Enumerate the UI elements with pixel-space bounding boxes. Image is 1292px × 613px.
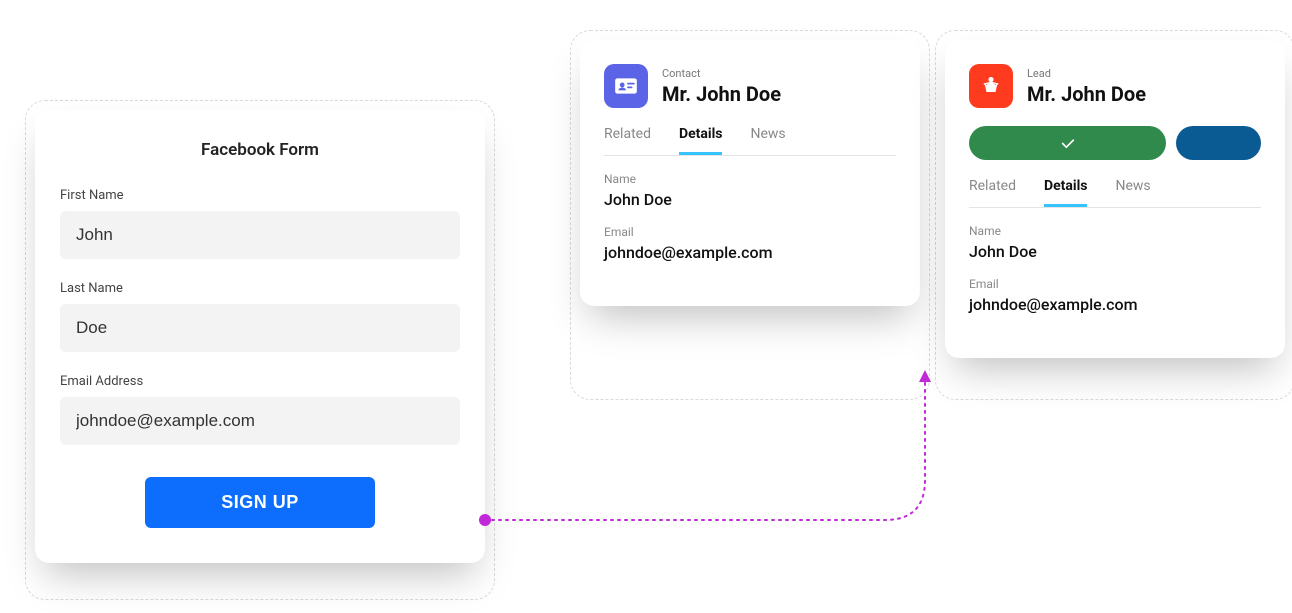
contact-email-value: johndoe@example.com xyxy=(604,243,896,262)
contact-name-label: Name xyxy=(604,172,896,186)
lead-title-name: Mr. John Doe xyxy=(1027,82,1146,106)
facebook-form-card: Facebook Form First Name Last Name Email… xyxy=(35,110,485,563)
lead-tabs: Related Details News xyxy=(969,178,1261,208)
form-title: Facebook Form xyxy=(60,140,460,160)
tab-related[interactable]: Related xyxy=(969,178,1016,207)
first-name-label: First Name xyxy=(60,188,460,203)
tab-news[interactable]: News xyxy=(1115,178,1150,207)
tab-details[interactable]: Details xyxy=(679,126,723,155)
lead-icon xyxy=(969,64,1013,108)
last-name-label: Last Name xyxy=(60,281,460,296)
contact-type-label: Contact xyxy=(662,67,781,80)
tab-details[interactable]: Details xyxy=(1044,178,1088,207)
contact-tabs: Related Details News xyxy=(604,126,896,156)
contact-card: Contact Mr. John Doe Related Details New… xyxy=(580,40,920,306)
first-name-input[interactable] xyxy=(60,211,460,259)
signup-button[interactable]: SIGN UP xyxy=(145,477,375,528)
tab-news[interactable]: News xyxy=(750,126,785,155)
lead-complete-button[interactable] xyxy=(969,126,1166,160)
lead-name-label: Name xyxy=(969,224,1261,238)
contact-email-label: Email xyxy=(604,225,896,239)
tab-related[interactable]: Related xyxy=(604,126,651,155)
lead-email-value: johndoe@example.com xyxy=(969,295,1261,314)
lead-email-label: Email xyxy=(969,277,1261,291)
lead-next-button[interactable] xyxy=(1176,126,1261,160)
last-name-input[interactable] xyxy=(60,304,460,352)
contact-name-value: John Doe xyxy=(604,190,896,209)
contact-icon xyxy=(604,64,648,108)
check-icon xyxy=(1058,133,1078,153)
lead-name-value: John Doe xyxy=(969,242,1261,261)
flow-connector xyxy=(485,370,955,530)
email-label: Email Address xyxy=(60,374,460,389)
lead-card: Lead Mr. John Doe Related Details News N… xyxy=(945,40,1285,358)
contact-title-name: Mr. John Doe xyxy=(662,82,781,106)
email-input[interactable] xyxy=(60,397,460,445)
lead-type-label: Lead xyxy=(1027,67,1146,80)
